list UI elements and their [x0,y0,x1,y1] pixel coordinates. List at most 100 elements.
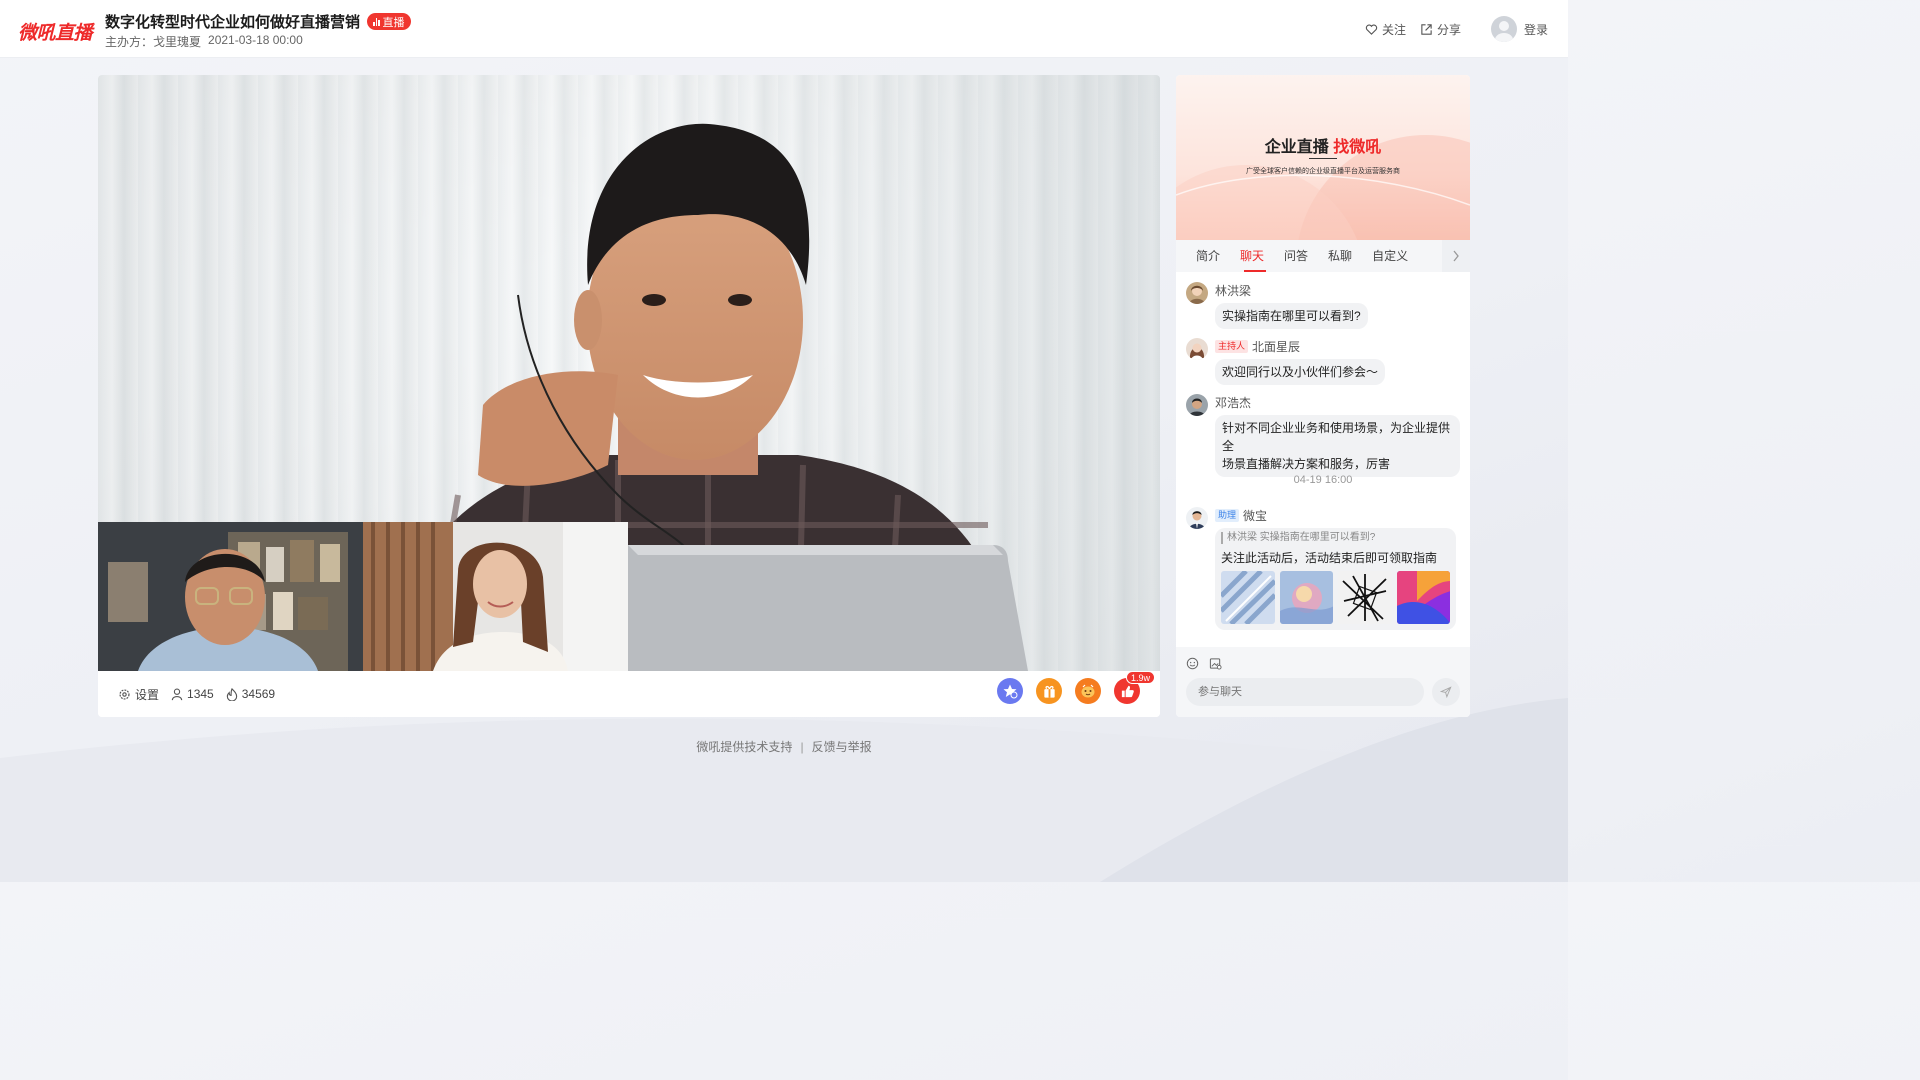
live-badge-label: 直播 [382,16,405,29]
sender-name-text: 林洪梁 [1215,284,1252,298]
tab-private-chat[interactable]: 私聊 [1318,240,1362,272]
like-button[interactable]: 1.9w [1114,671,1156,704]
chat-input[interactable] [1186,678,1424,706]
chat-input-area [1176,647,1470,717]
emoji-icon[interactable] [1186,657,1199,670]
assistant-role-badge: 助理 [1215,509,1240,522]
tab-custom[interactable]: 自定义 [1362,240,1418,272]
attached-image-4[interactable] [1396,571,1450,624]
settings-button[interactable]: 设置 [118,686,159,703]
login-button[interactable]: 登录 [1490,16,1548,42]
banner-title-red: 找微吼 [1333,139,1382,156]
avatar-image [1186,338,1208,360]
page-title: 数字化转型时代企业如何做好直播营销 [105,14,361,31]
sender-name-text: 北面星辰 [1252,340,1301,354]
hot-count: 34569 [226,687,275,701]
tab-intro[interactable]: 简介 [1176,240,1230,272]
image-upload-icon[interactable] [1209,657,1222,670]
sender-name: 邓浩杰 [1215,394,1251,411]
tabs-scroll-button[interactable] [1442,240,1470,272]
gift-box-icon [1043,685,1055,698]
gift-button[interactable] [1036,678,1062,704]
send-plane-icon [1440,686,1452,698]
tab-qa[interactable]: 问答 [1274,240,1318,272]
sender-name: 主持人 北面星辰 [1215,338,1300,355]
message-bubble: 欢迎同行以及小伙伴们参会～ [1215,359,1386,385]
top-header: 微吼直播 数字化转型时代企业如何做好直播营销 直播 主办方：戈里瑰夏 2021-… [0,0,1568,58]
login-label: 登录 [1523,22,1548,37]
guest-video-strip [98,522,628,671]
follow-button[interactable]: 关注 [1365,21,1406,38]
attached-images [1221,571,1450,624]
favorite-button[interactable] [997,678,1023,704]
attached-image-3[interactable] [1338,571,1392,624]
message-line-2: 场景直播解决方案和服务，厉害 [1222,457,1391,471]
favorite-star-icon [1003,684,1018,699]
brand-logo[interactable]: 微吼直播 [18,18,93,45]
flame-icon [226,687,237,701]
avatar-image [1186,394,1208,416]
share-label: 分享 [1436,22,1461,37]
red-packet-button[interactable] [1075,678,1101,704]
follow-label: 关注 [1381,22,1406,37]
banner-divider [1309,158,1337,159]
sender-name-text: 微宝 [1243,509,1268,523]
event-info: 主办方：戈里瑰夏 2021-03-18 00:00 [105,33,303,50]
title-row: 数字化转型时代企业如何做好直播营销 直播 [105,11,411,32]
avatar[interactable] [1186,394,1208,416]
message-bubble: 针对不同企业业务和使用场景，为企业提供全 场景直播解决方案和服务，厉害 [1215,415,1460,477]
hot-count-value: 34569 [241,687,276,701]
share-button[interactable]: 分享 [1420,21,1461,38]
user-avatar-icon [1490,16,1517,42]
avatar[interactable] [1186,338,1208,360]
interaction-buttons: 1.9w [997,671,1156,704]
viewer-count-value: 1345 [187,687,214,701]
time-divider: 04-19 16:00 [1293,474,1353,486]
guest-1-illustration [98,522,363,671]
like-count-badge: 1.9w [1126,671,1156,684]
host-info: 主办方：戈里瑰夏 [105,33,201,50]
thumbs-up-icon [1121,685,1134,697]
person-icon [171,688,183,700]
send-button[interactable] [1432,678,1460,706]
header-actions: 关注 分享 登录 [1365,16,1548,42]
main-video[interactable] [98,75,1160,671]
banner-title: 企业直播 找微吼 [1176,133,1470,157]
avatar[interactable] [1186,282,1208,304]
viewer-count: 1345 [171,687,214,701]
abstract-image-2 [1279,571,1333,624]
sender-name: 助理 微宝 [1215,507,1267,524]
quoted-message: 林洪梁 实操指南在哪里可以看到? [1221,532,1450,544]
message-line-1: 针对不同企业业务和使用场景，为企业提供全 [1222,421,1451,453]
guest-video-1[interactable] [98,522,363,671]
message-bubble: 林洪梁 实操指南在哪里可以看到? 关注此活动后，活动结束后即可领取指南 [1215,528,1456,630]
banner-title-black: 企业直播 [1264,139,1334,156]
attached-image-1[interactable] [1221,571,1275,624]
heart-plus-icon [1365,23,1378,35]
avatar-image [1186,282,1208,304]
feedback-report-link[interactable]: 反馈与举报 [812,740,872,754]
attached-image-2[interactable] [1279,571,1333,624]
panel-tabs: 简介 聊天 问答 私聊 自定义 [1176,240,1470,272]
tech-support-link[interactable]: 微吼提供技术支持 [696,740,792,754]
message-bubble: 实操指南在哪里可以看到? [1215,303,1368,329]
avatar-image [1186,507,1208,529]
avatar[interactable] [1186,507,1208,529]
promo-banner[interactable]: 企业直播 找微吼 广受全球客户信赖的企业级直播平台及运营服务商 [1176,75,1470,240]
live-bars-icon [373,17,380,26]
page-footer: 微吼提供技术支持 | 反馈与举报 [0,738,1568,755]
guest-video-2[interactable] [363,522,628,671]
tab-chat[interactable]: 聊天 [1230,240,1274,272]
chevron-right-icon [1453,250,1459,262]
sender-name: 林洪梁 [1215,282,1251,299]
live-page: 微吼直播 数字化转型时代企业如何做好直播营销 直播 主办方：戈里瑰夏 2021-… [0,0,1568,882]
side-panel: 企业直播 找微吼 广受全球客户信赖的企业级直播平台及运营服务商 简介 聊天 问答… [1176,75,1470,717]
share-icon [1421,23,1432,35]
chat-tools [1186,657,1222,670]
chat-list: 林洪梁 实操指南在哪里可以看到? 主持人 北面星辰 欢迎同行以及小伙伴们参会～ [1176,272,1470,647]
gear-icon [119,688,130,700]
red-packet-icon [1081,684,1095,698]
host-name[interactable]: 戈里瑰夏 [153,35,201,49]
settings-label: 设置 [135,687,160,702]
host-label: 主办方： [105,35,154,49]
